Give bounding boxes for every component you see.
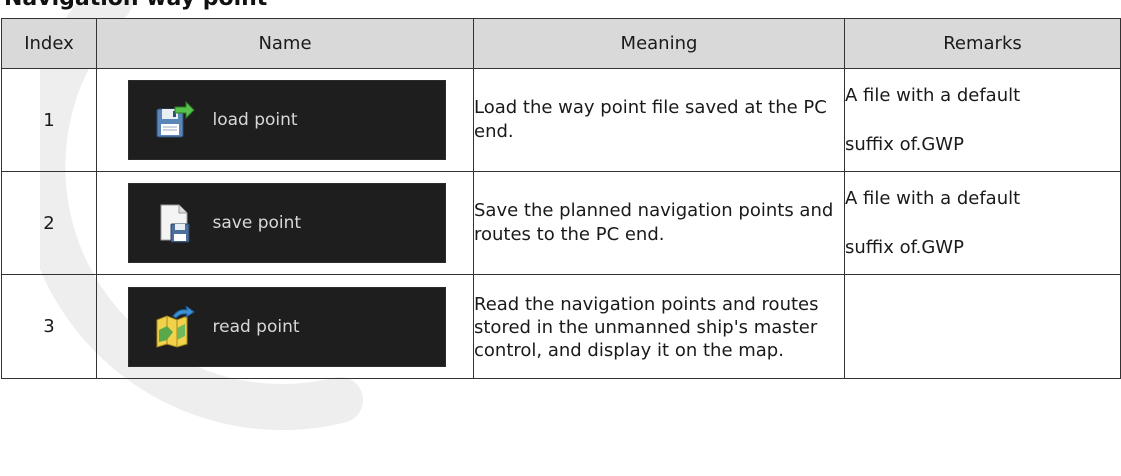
table-row: 1 load point Load the way point file sav… bbox=[1, 68, 1121, 172]
row-index: 2 bbox=[1, 171, 97, 275]
save-point-button[interactable]: save point bbox=[127, 183, 446, 263]
row-name-cell: load point bbox=[96, 68, 474, 172]
header-meaning: Meaning bbox=[473, 18, 845, 69]
save-document-disk-icon bbox=[153, 202, 195, 244]
row-name-cell: save point bbox=[96, 171, 474, 275]
waypoint-button-table: Index Name Meaning Remarks 1 load point … bbox=[1, 18, 1121, 379]
read-point-label: read point bbox=[212, 316, 300, 337]
read-map-arrow-icon bbox=[153, 305, 195, 348]
row-remarks: A file with a default suffix of.GWP bbox=[844, 68, 1121, 172]
table-row: 3 read point Read the navigation points … bbox=[1, 274, 1121, 379]
table-row: 2 save point Save the planned navigation… bbox=[1, 171, 1121, 275]
row-meaning: Load the way point file saved at the PC … bbox=[473, 68, 845, 172]
load-point-button[interactable]: load point bbox=[127, 80, 446, 160]
remarks-line-1: A file with a default bbox=[845, 187, 1021, 209]
read-point-button[interactable]: read point bbox=[127, 286, 446, 367]
load-point-label: load point bbox=[212, 110, 298, 130]
remarks-line-1: A file with a default bbox=[845, 84, 1021, 106]
load-floppy-arrow-icon bbox=[153, 99, 195, 141]
row-name-cell: read point bbox=[96, 274, 474, 379]
row-index: 1 bbox=[1, 68, 97, 172]
row-index: 3 bbox=[1, 274, 97, 379]
row-remarks: A file with a default suffix of.GWP bbox=[844, 171, 1121, 275]
remarks-line-2: suffix of.GWP bbox=[845, 133, 964, 155]
remarks-line-2: suffix of.GWP bbox=[845, 236, 964, 258]
header-index: Index bbox=[1, 18, 97, 69]
section-heading: Navigation way point bbox=[4, 0, 267, 12]
table-header-row: Index Name Meaning Remarks bbox=[1, 18, 1121, 69]
header-remarks: Remarks bbox=[844, 18, 1121, 69]
save-point-label: save point bbox=[212, 213, 302, 233]
row-meaning: Save the planned navigation points and r… bbox=[473, 171, 845, 275]
row-meaning: Read the navigation points and routes st… bbox=[473, 274, 845, 379]
row-remarks bbox=[844, 274, 1121, 379]
header-name: Name bbox=[96, 18, 474, 69]
